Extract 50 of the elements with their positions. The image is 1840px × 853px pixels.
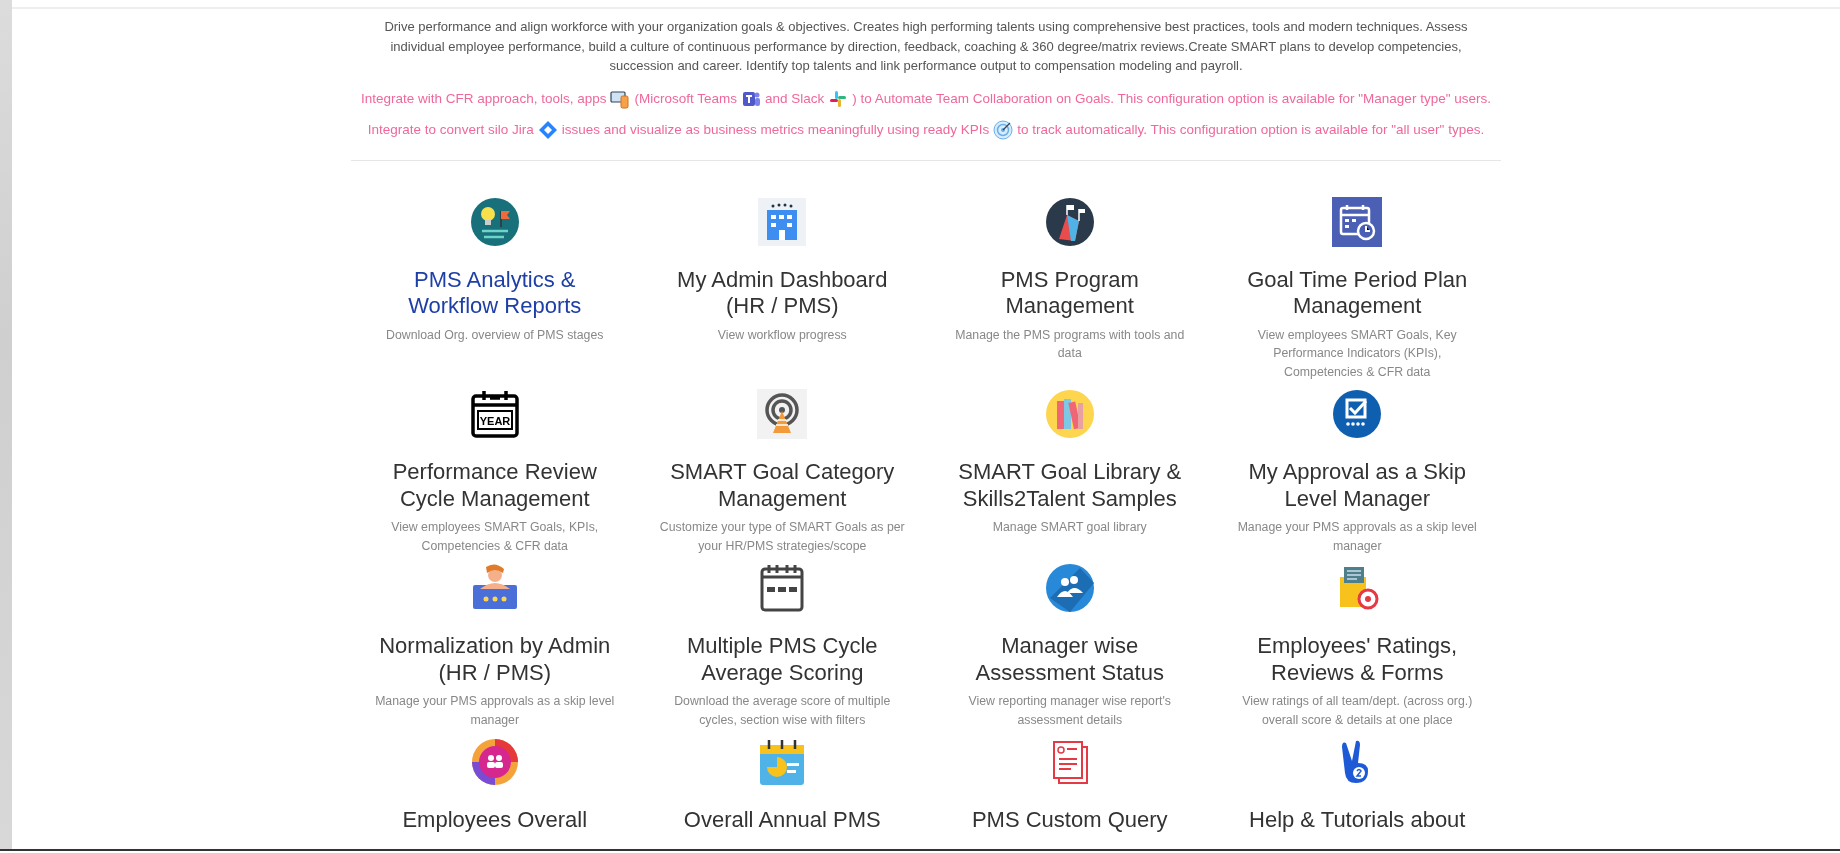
tile-title-link[interactable]: PMS Custom Query — [947, 807, 1193, 834]
tile-title-link[interactable]: SMART Goal Category Management — [659, 459, 905, 512]
target-icon — [757, 389, 808, 439]
intro-paragraph: Drive performance and align workforce with your organization goals & objectives. Creates high performing talents using comprehensive best practices, tools and modern techniques. Assess individual employee performance, build a culture of continuous performance by direction, feedback, coaching & 360 degree/matrix reviews.Create SMART plans to develop competencies, succession and career. Identify top talents and link performance output to compensation modeling and payroll. — [383, 18, 1469, 75]
tile-description: Manage your PMS approvals as a skip level manager — [374, 693, 616, 729]
tile-description: View workflow progress — [716, 326, 848, 344]
tile-title-link[interactable]: Employees' Ratings, Reviews & Forms — [1234, 633, 1480, 686]
flag-icon — [1044, 196, 1095, 247]
tile-description: View ratings of all team/dept. (across org.) overall score & details at one place — [1241, 693, 1474, 729]
devices-icon — [610, 89, 631, 109]
integration-text: issues and visualize as business metrics meaningfully using ready KPIs — [561, 120, 990, 139]
tile-title-link[interactable]: Goal Time Period Plan Management — [1234, 266, 1480, 320]
tile-title-link[interactable]: Normalization by Admin (HR / PMS) — [372, 633, 618, 686]
checklist-icon — [1332, 389, 1383, 439]
tile-title-link[interactable]: SMART Goal Library & Skills2Talent Samples — [947, 459, 1193, 512]
people-icon — [1044, 563, 1095, 613]
tile-description: Download the average score of multiple cycles, section wise with filters — [673, 693, 892, 729]
calendar-clock-icon — [1332, 196, 1383, 247]
tile-title-link[interactable]: PMS Program Management — [947, 266, 1193, 320]
integration-text: and Slack — [764, 89, 825, 108]
tile-description: Manage SMART goal library — [991, 519, 1148, 536]
tile-title-link[interactable]: My Admin Dashboard (HR / PMS) — [659, 266, 905, 320]
slack-icon — [828, 89, 849, 109]
integration-text: (Microsoft Teams — [634, 89, 737, 108]
tile-description: Customize your type of SMART Goals as per your HR/PMS strategies/scope — [659, 519, 905, 555]
target-icon — [993, 120, 1014, 140]
tile-description: Manage the PMS programs with tools and data — [954, 326, 1186, 362]
tile-description: Download Org. overview of PMS stages — [385, 326, 605, 344]
tile-description: View employees SMART Goals, KPIs, Competencies & CFR data — [390, 519, 600, 555]
group-icon — [469, 737, 520, 787]
integration-text: to track automatically. This configuration option is available for "all user" types. — [1017, 120, 1485, 139]
tile-description: View employees SMART Goals, Key Performance Indicators (KPIs), Competencies & CFR data — [1256, 326, 1458, 381]
books-icon — [1044, 389, 1095, 439]
tile-description: View reporting manager wise report's assessment details — [967, 693, 1172, 729]
tile-description: Manage your PMS approvals as a skip level manager — [1236, 519, 1478, 555]
teams-icon — [740, 89, 761, 109]
integration-text: ) to Automate Team Collaboration on Goals. This configuration option is available for "Manager type" users. — [852, 89, 1491, 108]
tile-title-link[interactable]: Multiple PMS Cycle Average Scoring — [659, 633, 905, 686]
lightbulb-icon — [469, 196, 520, 247]
integration-text: Integrate with CFR approach, tools, apps — [361, 89, 607, 108]
tile-title-link[interactable]: My Approval as a Skip Level Manager — [1234, 459, 1480, 512]
tile-title-link[interactable]: Employees Overall — [372, 807, 618, 834]
tile-title-link[interactable]: Help & Tutorials about — [1234, 807, 1480, 834]
tile-title-link[interactable]: Manager wise Assessment Status — [947, 633, 1193, 686]
building-icon — [757, 196, 808, 247]
tile-title-link[interactable]: PMS Analytics & Workflow Reports — [372, 266, 618, 320]
integration-text: Integrate to convert silo Jira — [367, 120, 534, 139]
tile-title-link[interactable]: Performance Review Cycle Management — [372, 459, 618, 512]
diamond-icon — [537, 120, 558, 140]
tile-title-link[interactable]: Overall Annual PMS — [659, 807, 905, 834]
